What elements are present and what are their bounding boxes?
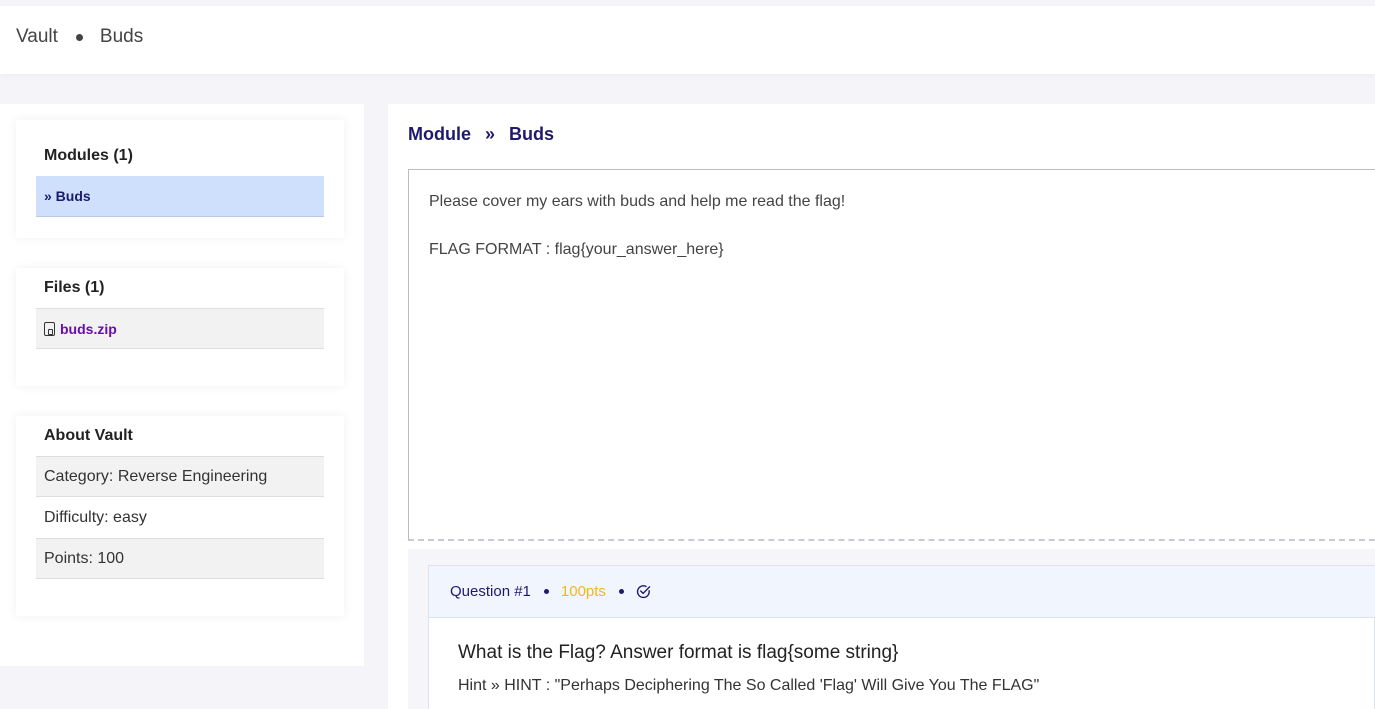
module-breadcrumb: Module » Buds bbox=[408, 124, 554, 145]
file-zip-icon bbox=[44, 321, 55, 336]
files-title: Files (1) bbox=[44, 279, 105, 296]
about-difficulty: Difficulty: easy bbox=[44, 508, 147, 526]
question-area: Question #1 100pts What is the Flag? Ans… bbox=[408, 549, 1375, 709]
separator-dot bbox=[618, 589, 624, 594]
module-item-buds[interactable]: » Buds bbox=[36, 176, 324, 217]
description-box: Please cover my ears with buds and help … bbox=[408, 169, 1375, 541]
top-bar: Vault Buds bbox=[0, 6, 1375, 74]
breadcrumb-module-buds[interactable]: Buds bbox=[509, 124, 554, 145]
check-circle-icon bbox=[636, 585, 651, 599]
question-text: What is the Flag? Answer format is flag{… bbox=[458, 642, 899, 663]
breadcrumb-separator: » bbox=[485, 124, 496, 144]
breadcrumb-vault[interactable]: Vault bbox=[16, 26, 58, 48]
about-points: Points: 100 bbox=[36, 538, 324, 579]
breadcrumb-buds[interactable]: Buds bbox=[100, 26, 143, 48]
files-card: Files (1) buds.zip bbox=[16, 268, 344, 386]
description-line-1: Please cover my ears with buds and help … bbox=[429, 193, 846, 210]
modules-title: Modules (1) bbox=[44, 147, 133, 164]
about-card: About Vault Category: Reverse Engineerin… bbox=[16, 416, 344, 616]
question-card: Question #1 100pts What is the Flag? Ans… bbox=[428, 565, 1375, 709]
breadcrumb-module[interactable]: Module bbox=[408, 124, 471, 145]
file-link-buds-zip[interactable]: buds.zip bbox=[60, 321, 117, 337]
separator-dot bbox=[543, 589, 549, 594]
modules-card: Modules (1) » Buds bbox=[16, 120, 344, 238]
main-panel: Module » Buds Please cover my ears with … bbox=[388, 104, 1375, 709]
question-header: Question #1 100pts bbox=[429, 566, 1375, 618]
sidebar: Modules (1) » Buds Files (1) buds.zip Ab… bbox=[0, 104, 364, 666]
question-number: Question #1 bbox=[450, 583, 531, 600]
about-title: About Vault bbox=[44, 427, 133, 444]
description-line-2: FLAG FORMAT : flag{your_answer_here} bbox=[429, 241, 724, 258]
about-category: Category: Reverse Engineering bbox=[36, 456, 324, 497]
question-points: 100pts bbox=[560, 583, 606, 600]
file-item[interactable]: buds.zip bbox=[36, 308, 324, 349]
breadcrumb-separator-dot bbox=[75, 33, 83, 41]
question-hint: Hint » HINT : "Perhaps Deciphering The S… bbox=[458, 677, 1040, 694]
top-breadcrumb: Vault Buds bbox=[16, 26, 143, 48]
